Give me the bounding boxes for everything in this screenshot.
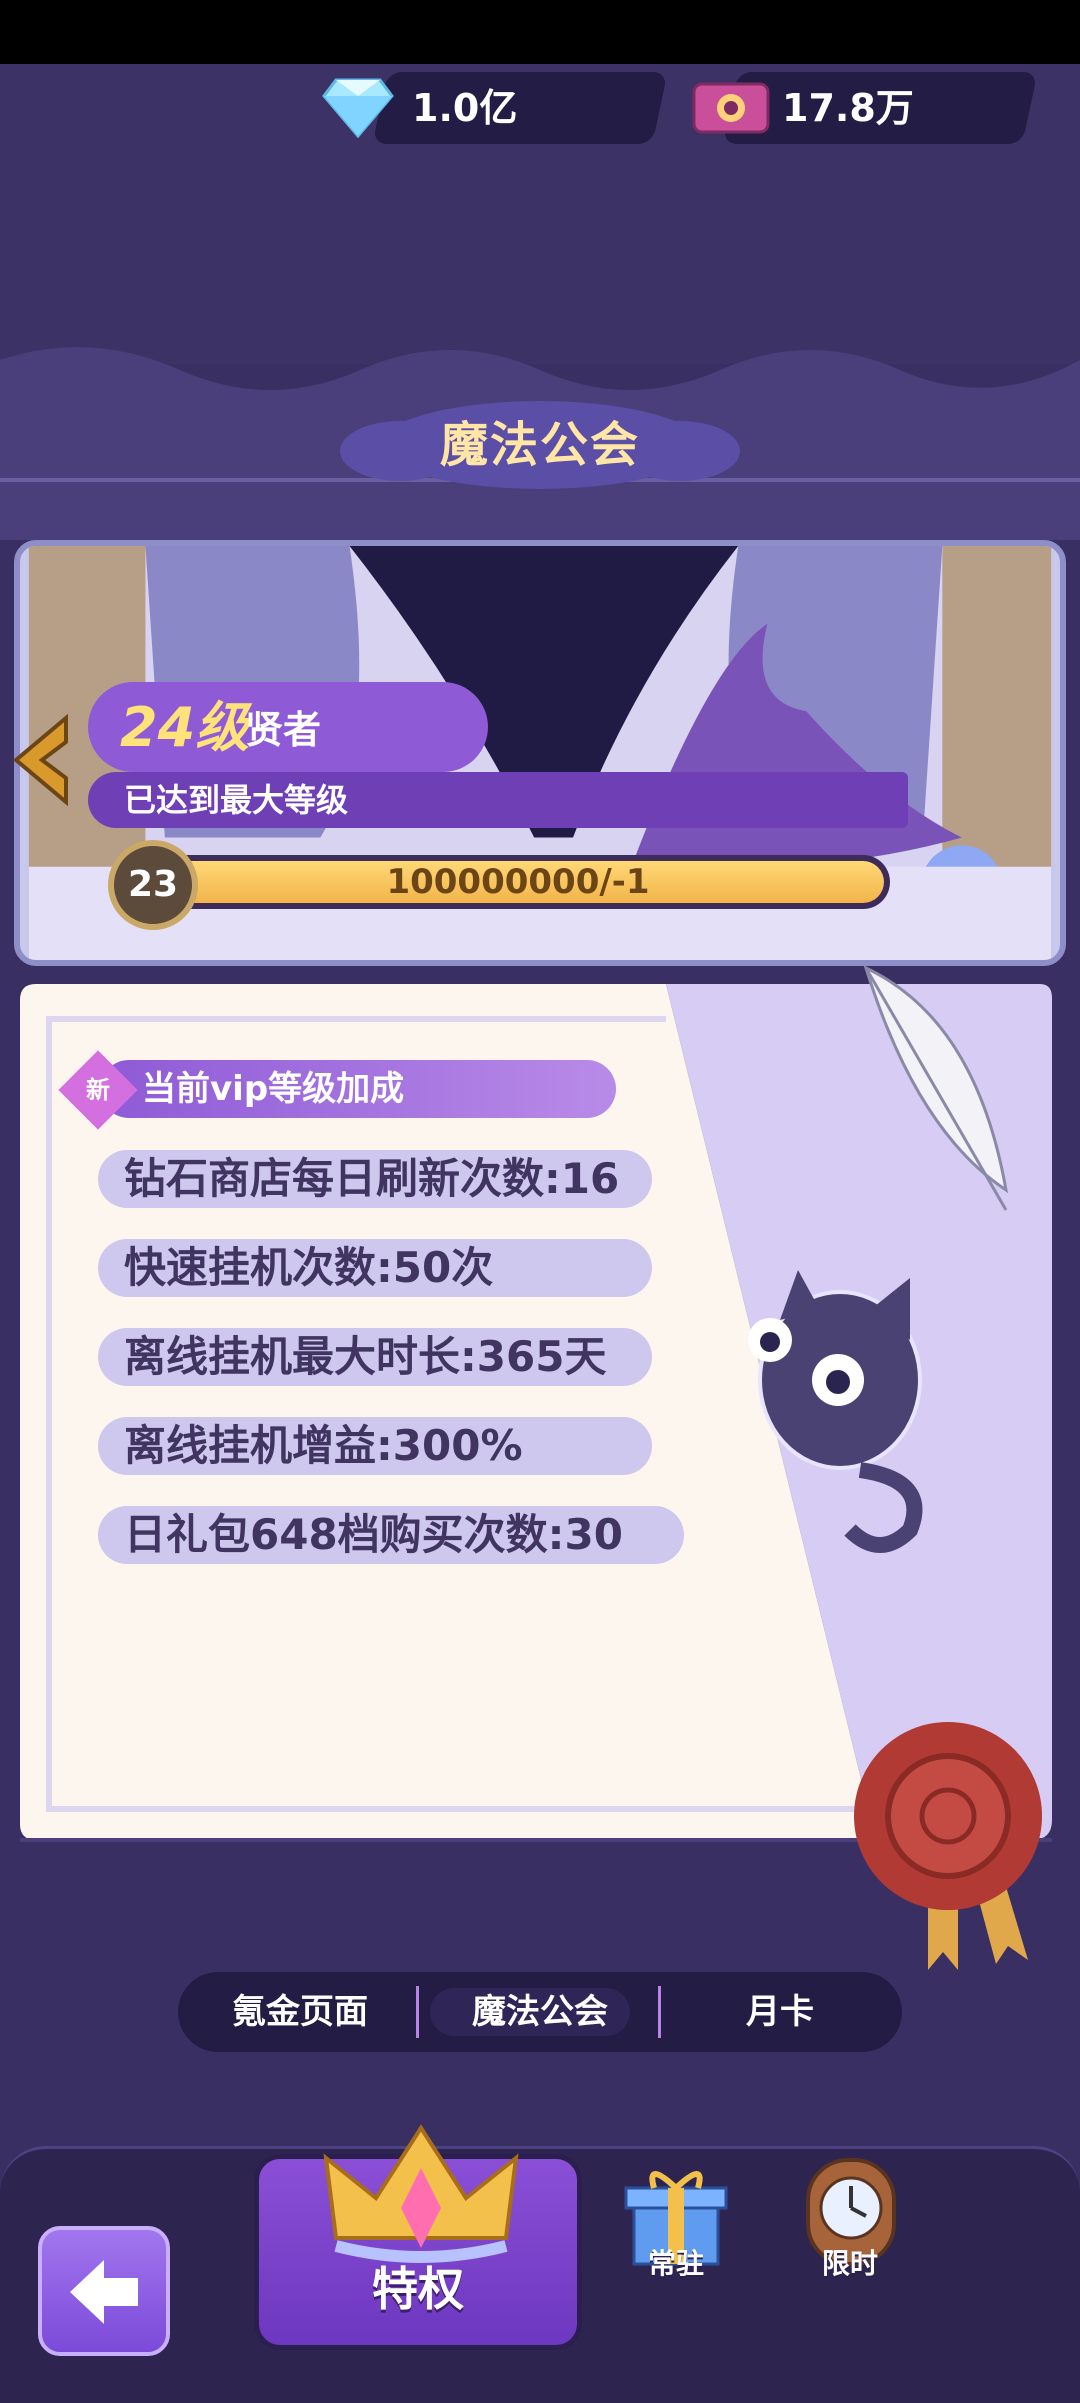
tab-recharge[interactable]: 氪金页面	[190, 1972, 410, 2052]
diamond-icon	[322, 78, 394, 138]
benefit-text: 钻石商店每日刷新次数:16	[124, 1154, 620, 1203]
tab-magic-guild[interactable]: 魔法公会	[420, 1972, 660, 2052]
chevron-left-icon[interactable]	[6, 712, 72, 808]
max-level-text: 已达到最大等级	[124, 781, 349, 819]
back-button[interactable]	[38, 2226, 170, 2356]
status-bar	[0, 0, 1080, 64]
level-badge-number: 23	[127, 864, 179, 905]
tab-separator	[416, 1986, 419, 2038]
quill-feather-icon	[863, 965, 1009, 1211]
exp-progress-text: 100000000/-1	[386, 862, 650, 902]
page-title: 魔法公会	[439, 417, 640, 473]
new-badge-label: 新	[86, 1076, 110, 1104]
ticket-amount: 17.8万	[782, 86, 914, 130]
diamond-amount: 1.0亿	[412, 86, 518, 130]
benefit-text: 日礼包648档购买次数:30	[124, 1510, 623, 1559]
guild-level-name: 贤者	[245, 708, 322, 752]
vip-bonus-header-text: 当前vip等级加成	[142, 1069, 405, 1109]
back-arrow-icon	[70, 2260, 138, 2324]
benefit-text: 快速挂机次数:50次	[124, 1243, 494, 1292]
ticket-icon	[692, 82, 770, 134]
permanent-tab-label[interactable]: 常驻	[606, 2244, 746, 2284]
benefit-text: 离线挂机最大时长:365天	[124, 1332, 607, 1381]
benefit-text: 离线挂机增益:300%	[124, 1421, 523, 1470]
wax-seal-icon	[854, 1722, 1042, 1970]
tab-monthly-card[interactable]: 月卡	[670, 1972, 890, 2052]
limited-tab-label[interactable]: 限时	[780, 2244, 920, 2284]
crown-icon	[323, 2124, 519, 2263]
cat-mascot-icon	[748, 1270, 923, 1553]
guild-level-number: 24级	[120, 696, 250, 759]
privilege-tab-label: 特权	[372, 2262, 464, 2316]
